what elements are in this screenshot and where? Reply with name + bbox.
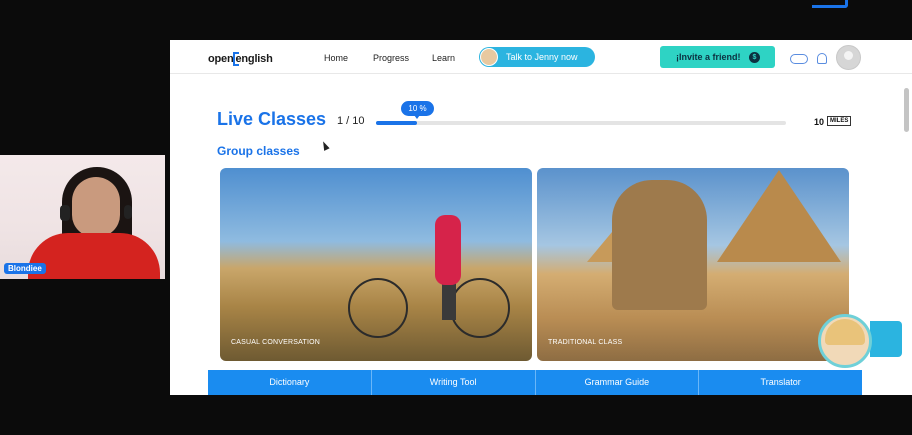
cyclist-figure: [435, 215, 461, 285]
pyramid-large-shape: [717, 170, 841, 262]
mouse-cursor-icon: [320, 140, 330, 151]
jenny-avatar-icon: [480, 48, 498, 66]
nav-learn-link[interactable]: Learn: [432, 53, 455, 63]
shared-app-window: open english Home Progress Learn Talk to …: [170, 40, 912, 395]
miles-value: 10: [814, 117, 825, 127]
participant-shirt: [28, 233, 160, 279]
card-caption: TRADITIONAL CLASS: [548, 339, 623, 346]
talk-to-jenny-button[interactable]: Talk to Jenny now: [479, 47, 595, 67]
class-counter: 1 / 10: [337, 115, 365, 127]
headset-icon: [60, 205, 70, 221]
progress-fill: [376, 121, 417, 125]
talk-to-jenny-label: Talk to Jenny now: [506, 52, 578, 62]
chat-icon[interactable]: [790, 54, 808, 64]
dictionary-button[interactable]: Dictionary: [208, 370, 372, 395]
card-caption: CASUAL CONVERSATION: [231, 339, 320, 346]
group-classes-title: Group classes: [217, 144, 300, 158]
jenny-hair: [825, 319, 865, 345]
grammar-guide-button[interactable]: Grammar Guide: [536, 370, 700, 395]
tools-bar: Dictionary Writing Tool Grammar Guide Tr…: [208, 370, 862, 395]
miles-unit: MILES: [827, 116, 852, 126]
participant-name-tag: Blondiee: [4, 263, 46, 274]
progress-track: [376, 121, 786, 125]
bicycle-wheel-icon: [348, 278, 408, 338]
logo-text-english: english: [235, 52, 273, 65]
page-scrollbar[interactable]: [904, 88, 909, 132]
user-avatar[interactable]: [836, 45, 861, 70]
logo-text-open: open: [208, 52, 234, 65]
participant-video: Blondiee: [0, 155, 165, 279]
progress-badge: 10 %: [401, 101, 434, 119]
jenny-assistant-button[interactable]: [818, 314, 872, 368]
dollar-icon: $: [749, 52, 760, 63]
bicycle-wheel-icon: [450, 278, 510, 338]
invite-friend-button[interactable]: ¡Invite a friend! $: [660, 46, 775, 68]
live-classes-title: Live Classes: [217, 109, 327, 129]
corner-indicator-icon: [812, 0, 848, 8]
class-card-casual-conversation[interactable]: CASUAL CONVERSATION: [220, 168, 532, 361]
headset-earpiece-icon: [124, 205, 132, 219]
top-navigation: open english Home Progress Learn Talk to …: [170, 40, 912, 74]
open-english-logo[interactable]: open english: [208, 52, 273, 66]
side-panel-tab[interactable]: [870, 321, 902, 357]
sphinx-shape: [612, 180, 707, 310]
invite-friend-label: ¡Invite a friend!: [676, 52, 741, 62]
participant-face: [72, 177, 120, 237]
translator-button[interactable]: Translator: [699, 370, 862, 395]
nav-home-link[interactable]: Home: [324, 53, 348, 63]
class-card-traditional-class[interactable]: TRADITIONAL CLASS: [537, 168, 849, 361]
writing-tool-button[interactable]: Writing Tool: [372, 370, 536, 395]
bell-icon[interactable]: [817, 53, 827, 64]
nav-progress-link[interactable]: Progress: [373, 53, 409, 63]
